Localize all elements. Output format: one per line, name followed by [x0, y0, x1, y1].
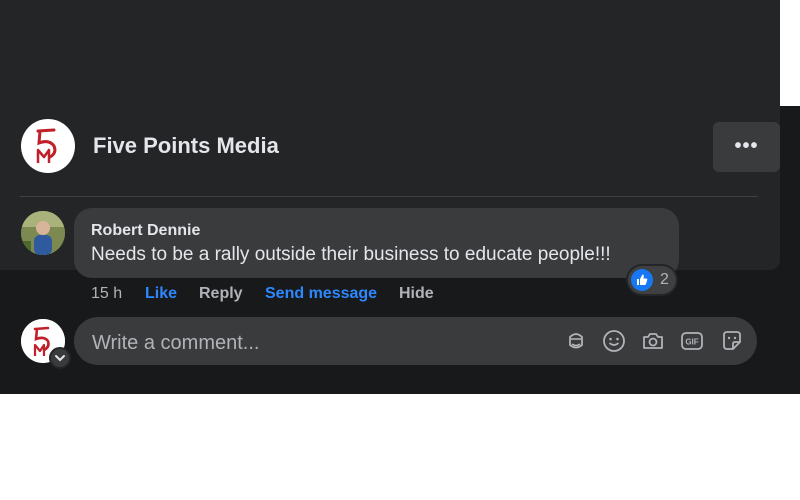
comment-timestamp[interactable]: 15 h [91, 285, 122, 303]
send-message-button[interactable]: Send message [265, 285, 377, 303]
camera-icon[interactable] [641, 329, 665, 353]
comment-bubble [74, 208, 679, 278]
svg-text:GIF: GIF [685, 338, 698, 347]
more-icon: ••• [734, 135, 759, 157]
reaction-count: 2 [660, 271, 669, 288]
sticker-icon[interactable] [720, 329, 744, 353]
comment-text: Needs to be a rally outside their busine… [91, 244, 611, 265]
avatar-sticker-icon[interactable] [564, 329, 588, 353]
emoji-icon[interactable] [602, 329, 626, 353]
current-user-avatar[interactable] [21, 319, 71, 369]
page-name[interactable]: Five Points Media [93, 133, 279, 159]
divider [20, 196, 758, 197]
like-button[interactable]: Like [145, 285, 177, 303]
comment-box[interactable]: GIF [74, 317, 757, 365]
more-options-button[interactable]: ••• [713, 122, 780, 172]
profile-photo [21, 211, 65, 255]
account-switch-chevron-icon[interactable] [49, 347, 71, 369]
comment-input[interactable] [90, 329, 544, 357]
commenter-avatar[interactable] [21, 211, 65, 255]
five-points-logo-icon [36, 128, 57, 163]
reaction-summary[interactable]: 2 [628, 266, 676, 294]
like-icon [631, 269, 653, 291]
gif-icon[interactable]: GIF [680, 329, 704, 353]
page-avatar[interactable] [21, 119, 75, 173]
hide-button[interactable]: Hide [399, 285, 434, 303]
reply-button[interactable]: Reply [199, 285, 243, 303]
comment-author[interactable]: Robert Dennie [91, 222, 200, 240]
